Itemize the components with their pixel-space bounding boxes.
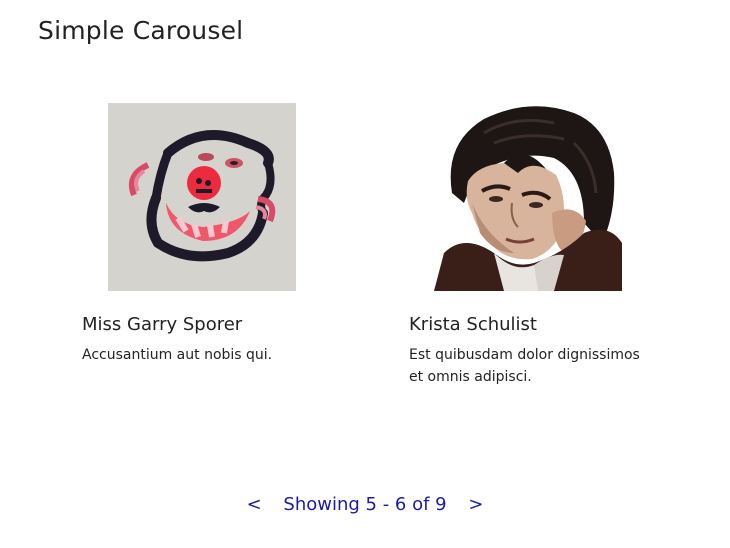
next-page-button[interactable]: > [458, 494, 493, 515]
portrait-man-image [434, 103, 622, 291]
card-description: Accusantium aut nobis qui. [82, 347, 273, 363]
carousel-pager: < Showing 5 - 6 of 9 > [0, 494, 730, 515]
card-name: Miss Garry Sporer [82, 314, 243, 335]
previous-page-button[interactable]: < [237, 494, 272, 515]
page-title: Simple Carousel [38, 16, 244, 45]
doodle-face-image [108, 103, 296, 291]
card-avatar-image [434, 103, 622, 291]
card-avatar-image [108, 103, 296, 291]
card-name: Krista Schulist [409, 314, 537, 335]
card-description: Est quibusdam dolor dignissimos et omnis… [409, 347, 640, 385]
pager-status: Showing 5 - 6 of 9 [283, 494, 447, 515]
